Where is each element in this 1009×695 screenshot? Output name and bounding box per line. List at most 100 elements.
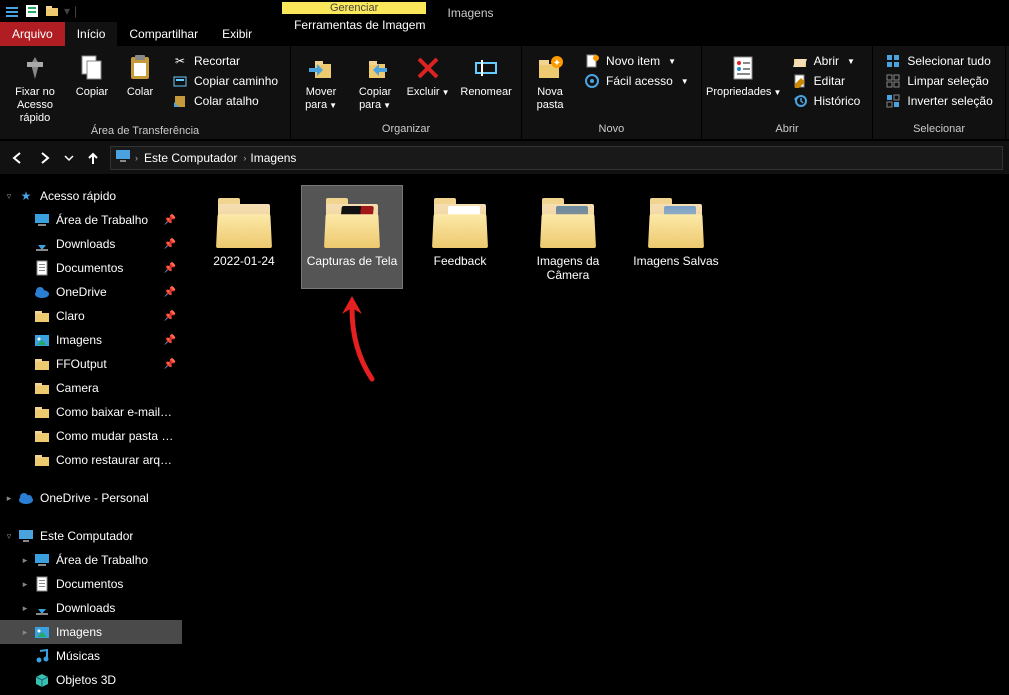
sidebar-item-qa[interactable]: Como mudar pasta de p (0, 424, 182, 448)
select-all-label: Selecionar tudo (907, 54, 990, 68)
chevron-right-icon[interactable]: ▸ (4, 493, 14, 504)
sidebar-item-qa[interactable]: Documentos📌 (0, 256, 182, 280)
sidebar-item-label: OneDrive (56, 285, 107, 299)
pin-icon: 📌 (164, 359, 176, 370)
invert-selection-button[interactable]: Inverter seleção (879, 92, 998, 110)
sidebar-item-qa[interactable]: OneDrive📌 (0, 280, 182, 304)
separator: | (74, 4, 77, 18)
easy-access-button[interactable]: Fácil acesso ▼ (578, 72, 695, 90)
folder-item[interactable]: Capturas de Tela (302, 186, 402, 288)
folder-item[interactable]: Imagens Salvas (626, 186, 726, 288)
breadcrumb-root-label: Este Computador (144, 151, 237, 165)
chevron-right-icon[interactable]: ▸ (20, 627, 30, 638)
group-label-organize: Organizar (382, 121, 430, 137)
tab-view[interactable]: Exibir (210, 22, 264, 46)
navigation-pane[interactable]: ▿ ★ Acesso rápido Área de Trabalho📌Downl… (0, 174, 182, 695)
paste-shortcut-button[interactable]: Colar atalho (166, 92, 284, 110)
rename-button[interactable]: Renomear (457, 48, 515, 99)
pin-icon: 📌 (164, 239, 176, 250)
up-button[interactable] (82, 147, 104, 169)
chevron-down-icon[interactable]: ▿ (4, 531, 14, 542)
folder-label: 2022-01-24 (213, 254, 274, 268)
open-button[interactable]: Abrir ▼ (786, 52, 867, 70)
music-icon (34, 648, 50, 664)
select-all-button[interactable]: Selecionar tudo (879, 52, 998, 70)
cut-button[interactable]: ✂ Recortar (166, 52, 284, 70)
address-bar[interactable]: › Este Computador › Imagens (110, 146, 1003, 170)
chevron-right-icon[interactable]: ▸ (20, 603, 30, 614)
copy-path-label: Copiar caminho (194, 74, 278, 88)
ribbon-group-new: ✦ Nova pasta Novo item ▼ Fácil acesso (522, 46, 702, 139)
sidebar-item-qa[interactable]: Área de Trabalho📌 (0, 208, 182, 232)
folder-icon (532, 192, 604, 250)
group-label-clipboard: Área de Transferência (91, 125, 199, 137)
sidebar-item-label: Imagens (56, 625, 102, 639)
sidebar-item-label: Como mudar pasta de p (56, 429, 176, 443)
sidebar-item-qa[interactable]: Como restaurar arquivos (0, 448, 182, 472)
select-none-button[interactable]: Limpar seleção (879, 72, 998, 90)
folder-label: Imagens da Câmera (520, 254, 616, 282)
system-menu-icon[interactable] (4, 3, 20, 19)
recent-locations-button[interactable] (62, 147, 76, 169)
sidebar-item-qa[interactable]: Downloads📌 (0, 232, 182, 256)
copy-button[interactable]: Copiar (70, 48, 114, 99)
properties-button[interactable]: Propriedades▼ (708, 48, 780, 99)
breadcrumb-root[interactable]: › Este Computador › (135, 151, 246, 165)
sidebar-item-qa[interactable]: Camera (0, 376, 182, 400)
star-icon: ★ (18, 188, 34, 204)
context-subtab-image-tools[interactable]: Ferramentas de Imagem (282, 14, 437, 36)
delete-button[interactable]: Excluir▼ (405, 48, 451, 99)
invert-selection-icon (885, 93, 901, 109)
chevron-right-icon[interactable]: ▸ (20, 579, 30, 590)
group-label-open: Abrir (775, 121, 798, 137)
sidebar-onedrive-personal[interactable]: ▸ OneDrive - Personal (0, 486, 182, 510)
sidebar-item-pc[interactable]: Objetos 3D (0, 668, 182, 692)
new-folder-button[interactable]: ✦ Nova pasta (528, 48, 572, 112)
sidebar-this-pc[interactable]: ▿ Este Computador (0, 524, 182, 548)
sidebar-item-pc[interactable]: ▸ Downloads (0, 596, 182, 620)
items-view[interactable]: 2022-01-24 Capturas de TelaFeedback Imagen… (182, 174, 1009, 695)
sidebar-item-pc[interactable]: Músicas (0, 644, 182, 668)
sidebar-item-label: Imagens (56, 333, 102, 347)
sidebar-item-label: Claro (56, 309, 85, 323)
properties-icon[interactable] (24, 3, 40, 19)
folder-icon (640, 192, 712, 250)
sidebar-item-label: Downloads (56, 601, 115, 615)
pin-icon (19, 52, 51, 84)
sidebar-quick-access[interactable]: ▿ ★ Acesso rápido (0, 184, 182, 208)
easy-access-label: Fácil acesso (606, 74, 673, 88)
paste-button[interactable]: Colar (120, 48, 160, 99)
pin-to-quick-access-button[interactable]: Fixar no Acesso rápido (6, 48, 64, 125)
move-to-button[interactable]: Mover para▼ (297, 48, 345, 112)
folder-item[interactable]: Imagens da Câmera (518, 186, 618, 288)
folder-item[interactable]: 2022-01-24 (194, 186, 294, 288)
sidebar-item-pc[interactable]: ▸ Imagens (0, 620, 182, 644)
forward-button[interactable] (34, 147, 56, 169)
folder-icon (34, 404, 50, 420)
cloud-icon (18, 490, 34, 506)
folder-icon (34, 452, 50, 468)
ribbon-tabs: Arquivo Início Compartilhar Exibir Geren… (0, 22, 1009, 46)
tab-file[interactable]: Arquivo (0, 22, 65, 46)
tab-share[interactable]: Compartilhar (117, 22, 210, 46)
folder-item[interactable]: Feedback (410, 186, 510, 288)
breadcrumb-current[interactable]: Imagens (250, 151, 296, 165)
sidebar-item-qa[interactable]: Imagens📌 (0, 328, 182, 352)
tab-home[interactable]: Início (65, 22, 118, 46)
folder-icon[interactable] (44, 3, 60, 19)
context-tab-manage[interactable]: Gerenciar (282, 2, 426, 14)
copy-to-button[interactable]: Copiar para▼ (351, 48, 399, 112)
copy-path-button[interactable]: Copiar caminho (166, 72, 284, 90)
history-button[interactable]: Histórico (786, 92, 867, 110)
chevron-right-icon[interactable]: ▸ (20, 555, 30, 566)
sidebar-item-pc[interactable]: ▸Documentos (0, 572, 182, 596)
paste-shortcut-icon (172, 93, 188, 109)
sidebar-item-qa[interactable]: Como baixar e-mails do (0, 400, 182, 424)
back-button[interactable] (6, 147, 28, 169)
sidebar-item-qa[interactable]: Claro📌 (0, 304, 182, 328)
edit-button[interactable]: Editar (786, 72, 867, 90)
chevron-down-icon[interactable]: ▿ (4, 191, 14, 202)
sidebar-item-pc[interactable]: ▸Área de Trabalho (0, 548, 182, 572)
new-item-button[interactable]: Novo item ▼ (578, 52, 695, 70)
sidebar-item-qa[interactable]: FFOutput📌 (0, 352, 182, 376)
